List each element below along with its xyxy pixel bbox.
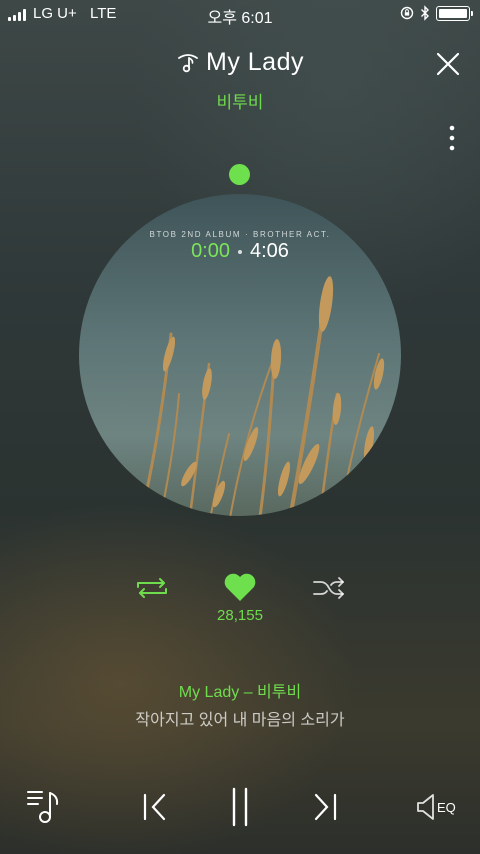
lyrics-line[interactable]: 작아지고 있어 내 마음의 소리가: [0, 706, 480, 730]
next-icon[interactable]: [312, 792, 340, 822]
playlist-icon[interactable]: [26, 788, 64, 826]
previous-icon[interactable]: [140, 792, 168, 822]
battery-icon: [436, 5, 473, 21]
album-art-disc[interactable]: BTOB 2ND ALBUM · BROTHER ACT. 0:00 4:06: [79, 194, 401, 516]
repeat-icon[interactable]: [135, 576, 169, 600]
progress-handle[interactable]: [229, 164, 250, 185]
more-vertical-icon[interactable]: [446, 124, 458, 152]
heart-icon[interactable]: [223, 572, 257, 602]
shuffle-icon[interactable]: [312, 576, 346, 600]
title-row: My Lady: [0, 48, 480, 77]
playback-controls: EQ: [0, 780, 480, 834]
speaker-eq-icon: [417, 794, 434, 820]
song-title: My Lady: [206, 48, 304, 76]
rotation-lock-icon: [400, 6, 414, 20]
artist-name[interactable]: 비투비: [0, 88, 480, 113]
status-icons: [400, 5, 473, 21]
close-icon[interactable]: [434, 50, 462, 78]
album-info: BTOB 2ND ALBUM · BROTHER ACT.: [149, 230, 331, 239]
total-time: 4:06: [250, 240, 289, 262]
like-count: 28,155: [217, 607, 263, 624]
eq-label: EQ: [437, 799, 456, 815]
pause-icon[interactable]: [228, 787, 252, 827]
eq-button[interactable]: EQ: [416, 792, 456, 822]
status-bar: LG U+ LTE 오후 6:01: [0, 0, 480, 28]
bluetooth-icon: [421, 5, 429, 21]
current-time: 0:00: [191, 240, 230, 262]
lyrics-title[interactable]: My Lady – 비투비: [0, 678, 480, 702]
time-display: 0:00 4:06: [79, 240, 401, 263]
time-separator: [238, 249, 242, 254]
action-row: [0, 570, 480, 606]
music-note-icon: [178, 53, 198, 72]
